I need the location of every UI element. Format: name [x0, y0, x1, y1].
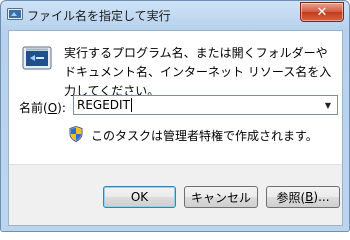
chevron-down-icon[interactable]: ▼ — [321, 97, 335, 113]
ok-button[interactable]: OK — [103, 186, 176, 208]
browse-label-prefix: 参照( — [276, 190, 306, 205]
text-caret — [131, 98, 132, 112]
program-name-input[interactable]: REGEDIT — [77, 98, 130, 112]
window-title: ファイル名を指定して実行 — [27, 9, 171, 23]
name-label-accesskey: O — [47, 101, 58, 115]
browse-label-suffix: )... — [313, 190, 330, 204]
uac-shield-icon — [69, 126, 83, 142]
run-description: 実行するプログラム名、または開くフォルダーやドキュメント名、インターネット リソ… — [64, 46, 332, 98]
name-label: 名前(O): — [19, 99, 66, 116]
run-app-icon — [7, 8, 23, 20]
admin-privilege-note: このタスクは管理者特権で作成されます。 — [91, 129, 318, 143]
browse-label-accesskey: B — [305, 190, 314, 204]
close-icon: ✕ — [316, 4, 328, 20]
title-bar[interactable]: ファイル名を指定して実行 ✕ — [1, 1, 349, 29]
program-name-combobox[interactable]: REGEDIT ▼ — [73, 95, 338, 115]
name-label-prefix: 名前( — [19, 101, 48, 115]
name-label-suffix: ): — [57, 101, 66, 115]
run-dialog-window: ファイル名を指定して実行 ✕ 実行するプログラム名、または開くフォルダーやドキュ… — [0, 0, 350, 232]
run-dialog-icon — [22, 46, 52, 70]
cancel-button[interactable]: キャンセル — [184, 186, 258, 208]
dialog-body: 実行するプログラム名、または開くフォルダーやドキュメント名、インターネット リソ… — [8, 30, 343, 226]
close-button[interactable]: ✕ — [300, 2, 344, 22]
browse-button[interactable]: 参照(B)... — [266, 186, 340, 208]
